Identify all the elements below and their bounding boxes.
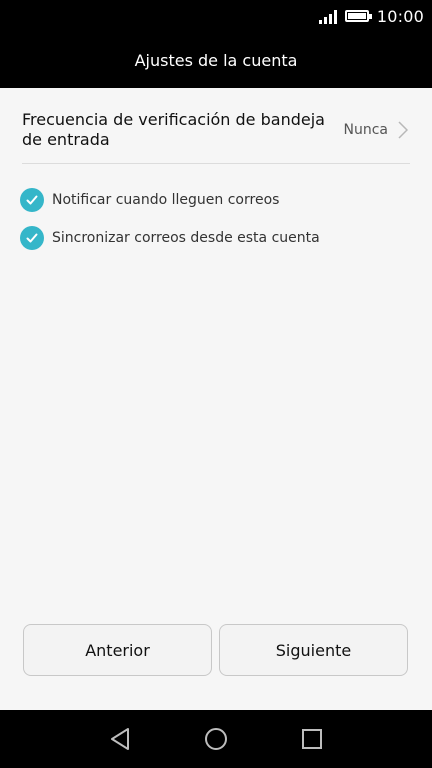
sync-account-mail-checkbox[interactable]: Sincronizar correos desde esta cuenta	[20, 224, 400, 252]
back-triangle-icon[interactable]	[105, 724, 135, 754]
battery-icon	[344, 10, 372, 22]
previous-button[interactable]: Anterior	[23, 624, 212, 676]
checkmark-icon	[20, 188, 44, 212]
inbox-check-frequency-value: Nunca	[343, 121, 389, 138]
checkmark-icon	[20, 226, 44, 250]
navigation-bar	[0, 710, 432, 768]
chevron-right-icon	[396, 120, 410, 139]
notify-new-mail-label: Notificar cuando lleguen correos	[52, 192, 280, 208]
home-circle-icon[interactable]	[201, 724, 231, 754]
page-title: Ajustes de la cuenta	[134, 50, 298, 70]
notify-new-mail-checkbox[interactable]: Notificar cuando lleguen correos	[20, 186, 400, 214]
next-button[interactable]: Siguiente	[219, 624, 408, 676]
inbox-check-frequency-setting[interactable]: Frecuencia de verificación de bandeja de…	[22, 96, 410, 164]
recents-square-icon[interactable]	[297, 724, 327, 754]
status-bar: 10:00	[0, 0, 432, 32]
status-icons: 10:00	[318, 4, 424, 28]
top-bar: 10:00 Ajustes de la cuenta	[0, 0, 432, 88]
sync-account-mail-label: Sincronizar correos desde esta cuenta	[52, 230, 320, 246]
inbox-check-frequency-label: Frecuencia de verificación de bandeja de…	[22, 109, 325, 149]
signal-bars-icon	[318, 8, 337, 24]
status-time: 10:00	[376, 6, 424, 26]
screen: 10:00 Ajustes de la cuenta Frecuencia de…	[0, 0, 432, 768]
